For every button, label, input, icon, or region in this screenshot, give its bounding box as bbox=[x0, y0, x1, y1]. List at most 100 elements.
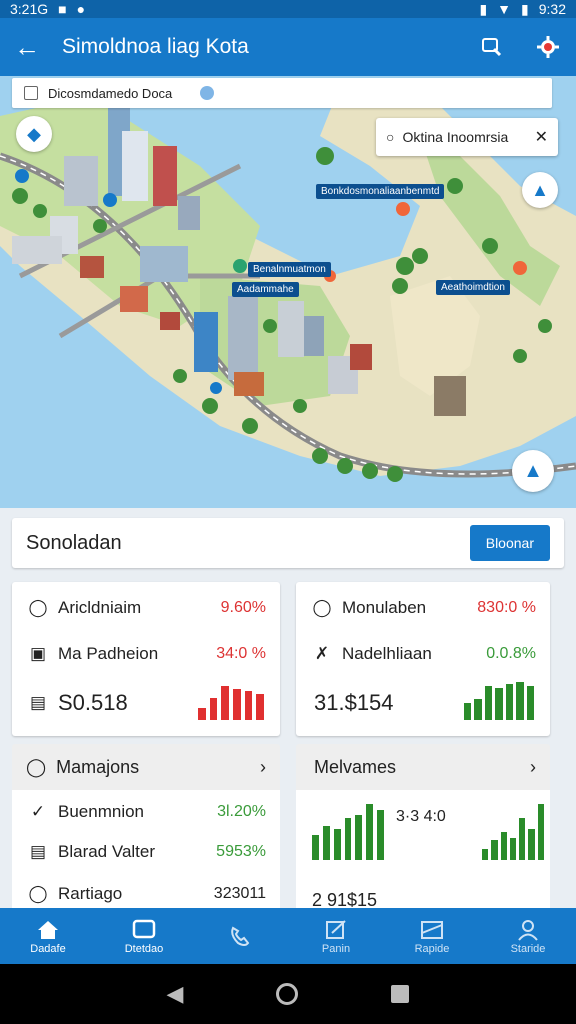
list-item[interactable]: ✓ Buenmnion 3l.20% bbox=[28, 802, 266, 822]
home-icon bbox=[36, 917, 60, 943]
section-header-left[interactable]: ◯ Mamajons › bbox=[12, 744, 280, 790]
layers-button[interactable]: ◆ bbox=[16, 116, 52, 152]
stat-value: 9.60% bbox=[220, 599, 266, 616]
location-card[interactable]: ○ Oktina Inoomrsia ✕ bbox=[376, 118, 558, 156]
chart-bar bbox=[233, 689, 241, 720]
chart-bar bbox=[256, 694, 265, 720]
nav-item-profile[interactable]: Staride bbox=[480, 908, 576, 964]
battery-icon: ▮ bbox=[521, 0, 529, 17]
chart-bar bbox=[526, 686, 534, 720]
section-list-left: ✓ Buenmnion 3l.20% ▤ Blarad Valter 5953%… bbox=[12, 790, 280, 908]
list-item-label: Buenmnion bbox=[58, 802, 145, 821]
bottom-navigation: Dadafe Dtetdao Panin Rapide Staride bbox=[0, 908, 576, 964]
stat-label: Ma Padheion bbox=[58, 644, 159, 663]
section-header-right[interactable]: Melvames › bbox=[296, 744, 550, 790]
nav-label: Staride bbox=[510, 943, 546, 955]
summary-button[interactable]: Bloonar bbox=[469, 525, 550, 561]
app-bar: ← Simoldnoa liag Kota bbox=[0, 18, 576, 76]
city-map[interactable]: Dicosmdamedo Doca ◆ ▲ ▲ ○ Oktina Inoomrs… bbox=[0, 76, 576, 508]
chart-bar bbox=[366, 804, 374, 860]
back-arrow-icon[interactable]: ← bbox=[14, 34, 50, 60]
mini-bar-chart bbox=[198, 686, 265, 720]
tools-icon: ✗ bbox=[314, 644, 330, 663]
status-bar: 3:21G ■ ● ▮ ▼ ▮ 9:32 bbox=[0, 0, 576, 18]
chart-bar bbox=[209, 698, 218, 720]
map-label[interactable]: Bonkdosmonaliaanbenmtd bbox=[316, 184, 445, 199]
nav-label: Dadafe bbox=[30, 943, 66, 955]
chart-bar bbox=[537, 804, 544, 860]
chart-bar bbox=[464, 703, 472, 720]
nav-item-edit[interactable]: Panin bbox=[288, 908, 384, 964]
list-item[interactable]: ▤ Blarad Valter 5953% bbox=[28, 842, 266, 862]
building-icon: ▣ bbox=[29, 644, 47, 663]
compass-icon: ▲ bbox=[523, 459, 543, 482]
chart-bar bbox=[528, 829, 535, 860]
chart-bar bbox=[500, 832, 507, 860]
shield-icon: ◯ bbox=[312, 598, 332, 617]
chart-bar bbox=[516, 682, 524, 720]
chart-bar bbox=[491, 840, 498, 860]
stat-value: 34:0 % bbox=[216, 645, 266, 662]
list-item-value: 5953% bbox=[216, 843, 266, 860]
stat-value: 0.0.8% bbox=[486, 645, 536, 662]
clock-icon: ◯ bbox=[26, 756, 47, 777]
close-icon[interactable]: ✕ bbox=[535, 127, 548, 147]
phone-icon bbox=[228, 923, 252, 949]
nav-item-report[interactable]: Rapide bbox=[384, 908, 480, 964]
nav-item-dashboard[interactable]: Dtetdao bbox=[96, 908, 192, 964]
stats-card-right[interactable]: ◯ Monulaben 830:0 % ✗ Nadelhliaan 0.0.8%… bbox=[296, 582, 550, 736]
map-label[interactable]: Aeathoimdtion bbox=[436, 280, 510, 295]
section-charts-right: 3·3 4:0 2 91$15 bbox=[296, 790, 550, 910]
chevron-right-icon[interactable]: › bbox=[530, 757, 536, 778]
mini-bar-chart bbox=[464, 682, 534, 720]
page-title: Simoldnoa liag Kota bbox=[62, 35, 249, 58]
chevron-right-icon[interactable]: › bbox=[260, 757, 266, 778]
section-title: Melvames bbox=[314, 756, 397, 777]
stats-card-left[interactable]: ◯ Aricldniaim 9.60% ▣ Ma Padheion 34:0 %… bbox=[12, 582, 280, 736]
list-item-label: Rartiago bbox=[58, 884, 123, 903]
location-dot-icon[interactable] bbox=[200, 86, 215, 100]
nav-label: Dtetdao bbox=[124, 943, 164, 955]
notification-icon: ■ bbox=[58, 1, 67, 17]
back-icon[interactable]: ◀ bbox=[167, 981, 184, 1007]
navigation-icon: ▲ bbox=[531, 179, 549, 200]
gear-icon[interactable] bbox=[534, 33, 562, 61]
my-location-button[interactable]: ▲ bbox=[522, 172, 558, 208]
image-icon: ▤ bbox=[29, 693, 47, 712]
home-circle-icon[interactable] bbox=[276, 983, 299, 1005]
image-icon: ▤ bbox=[29, 842, 47, 861]
stat-label: Monulaben bbox=[342, 598, 427, 617]
app-notification-icon: ● bbox=[76, 1, 86, 17]
status-time-right: 9:32 bbox=[538, 1, 566, 17]
list-item-value: 3l.20% bbox=[217, 803, 266, 820]
chart-bar bbox=[244, 691, 253, 720]
bar-chart-a bbox=[312, 804, 385, 860]
map-label[interactable]: Benalnmuatmon bbox=[248, 262, 331, 277]
location-pin-icon: ○ bbox=[386, 129, 395, 145]
wifi-icon: ▼ bbox=[497, 1, 512, 17]
chart-bar bbox=[333, 829, 341, 860]
stat-value: 830:0 % bbox=[477, 599, 536, 616]
status-time-left: 3:21G bbox=[10, 1, 49, 17]
summary-label: Sonoladan bbox=[26, 531, 122, 554]
map-search-bar[interactable]: Dicosmdamedo Doca bbox=[12, 78, 552, 108]
nav-item-home[interactable]: Dadafe bbox=[0, 908, 96, 964]
map-search-text: Dicosmdamedo Doca bbox=[48, 85, 173, 101]
chart-bar bbox=[484, 686, 493, 720]
section-title: Mamajons bbox=[56, 756, 140, 777]
stat-label: Aricldniaim bbox=[58, 598, 142, 617]
chart-bar bbox=[344, 818, 352, 860]
list-item[interactable]: ◯ Rartiago 323011 bbox=[28, 884, 266, 904]
chart-bar bbox=[474, 699, 482, 720]
layer-checkbox[interactable] bbox=[24, 86, 38, 100]
map-label[interactable]: Aadammahe bbox=[232, 282, 299, 297]
map-search-icon[interactable] bbox=[478, 33, 506, 61]
recents-icon[interactable] bbox=[391, 985, 410, 1003]
chart-bar bbox=[505, 684, 514, 720]
stat-label: Nadelhliaan bbox=[342, 644, 432, 663]
report-icon bbox=[419, 917, 445, 943]
list-item-value: 323011 bbox=[213, 885, 266, 902]
compass-button[interactable]: ▲ bbox=[512, 450, 554, 492]
nav-item-phone[interactable] bbox=[192, 908, 288, 964]
chart-bar bbox=[509, 838, 517, 860]
